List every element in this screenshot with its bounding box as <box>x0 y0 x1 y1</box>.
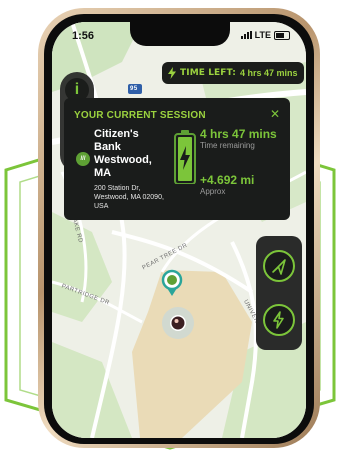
time-remaining-stat: 4 hrs 47 mins Time remaining <box>200 128 277 151</box>
map-controls-panel <box>256 236 302 350</box>
distance-stat: +4.692 mi Approx <box>200 174 254 197</box>
status-time: 1:56 <box>72 30 95 42</box>
close-icon[interactable]: ✕ <box>270 108 280 120</box>
ev-station-icon: /// <box>76 152 90 166</box>
time-remaining-value: 4 hrs 47 mins <box>200 127 277 141</box>
status-indicators: LTE <box>240 30 290 40</box>
station-address: 200 Station Dr, Westwood, MA 02090, USA <box>94 185 164 210</box>
current-session-card: YOUR CURRENT SESSION ✕ /// Citizen's Ban… <box>64 98 290 220</box>
charging-battery-icon <box>174 130 196 184</box>
charge-button[interactable] <box>263 304 295 336</box>
time-left-label: TIME LEFT: <box>180 68 237 78</box>
camera-notch <box>130 22 230 46</box>
signal-icon <box>240 31 252 39</box>
distance-label: Approx <box>200 187 226 196</box>
distance-value: +4.692 mi <box>200 173 255 187</box>
route-number-label: 95 <box>130 86 138 92</box>
app-screen: 95 PEAR TREE DR PARTRIDGE DR UNIVERSITY … <box>52 22 306 438</box>
time-left-badge: TIME LEFT: 4 hrs 47 mins <box>162 62 304 84</box>
lightning-icon <box>168 67 176 79</box>
session-card-title: YOUR CURRENT SESSION <box>74 110 206 121</box>
user-location-marker <box>162 307 194 339</box>
carrier-label: LTE <box>254 30 271 40</box>
station-name: Citizen's Bank Westwood, MA <box>94 128 152 179</box>
battery-icon <box>274 30 290 40</box>
lightning-icon <box>273 311 284 329</box>
navigate-arrow-icon <box>272 259 286 275</box>
time-left-value: 4 hrs 47 mins <box>240 68 298 78</box>
time-remaining-label: Time remaining <box>200 141 255 150</box>
navigate-button[interactable] <box>263 250 295 282</box>
